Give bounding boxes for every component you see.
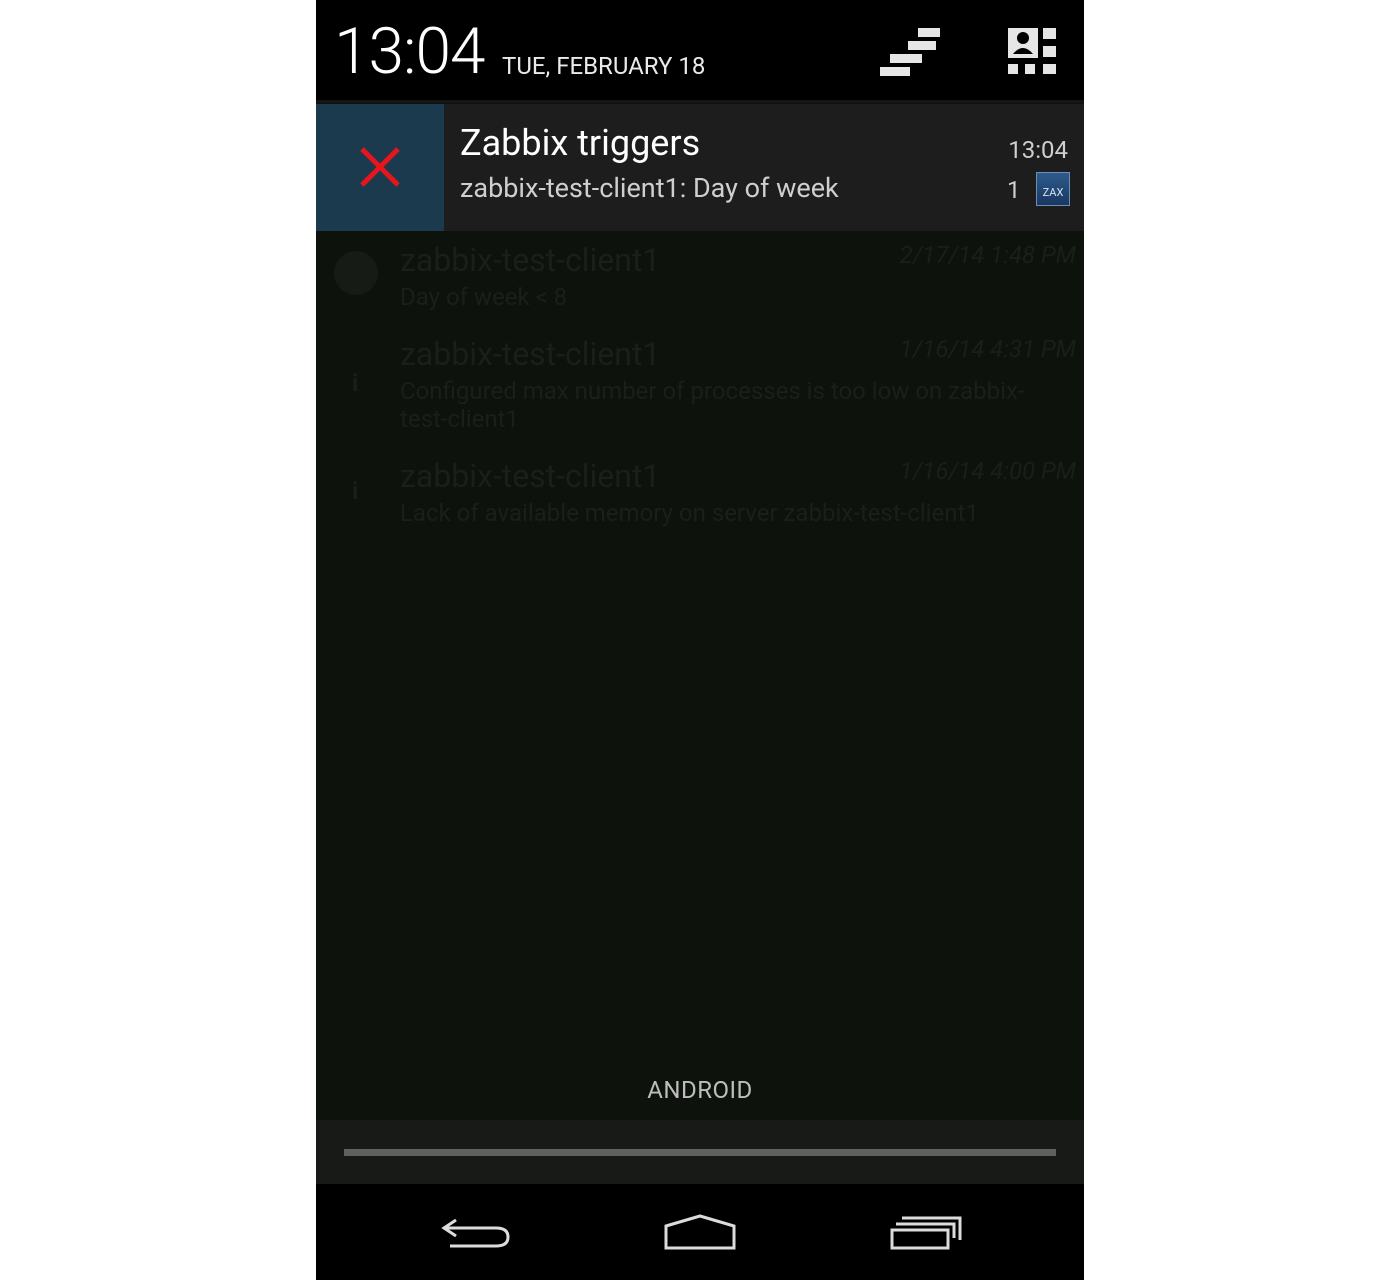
date: TUE, FEBRUARY 18: [502, 52, 706, 80]
notification-shade-header: 13:04 TUE, FEBRUARY 18: [316, 0, 1084, 103]
clock: 13:04: [334, 14, 485, 89]
home-button[interactable]: [660, 1208, 740, 1256]
notification-count: 1: [1007, 176, 1021, 204]
home-icon: [664, 1214, 736, 1250]
recent-apps-icon: [890, 1216, 962, 1250]
event-description: Lack of available memory on server zabbi…: [400, 499, 979, 527]
event-date: 1/16/14 4:31 PM: [899, 335, 1076, 363]
event-date: 2/17/14 1:48 PM: [899, 241, 1076, 269]
settings-toggle-button[interactable]: [878, 28, 940, 76]
navigation-bar: [316, 1184, 1084, 1280]
event-host: zabbix-test-client1: [400, 335, 661, 373]
zabbix-app-icon: ZAX: [1036, 172, 1070, 206]
event-date: 1/16/14 4:00 PM: [899, 457, 1076, 485]
quick-settings-icon: [1008, 28, 1056, 74]
phone-screen: zabbix-test-client1 2/17/14 1:48 PM Day …: [316, 0, 1084, 1280]
notification-time: 13:04: [1008, 136, 1068, 164]
shade-drag-area[interactable]: [316, 1120, 1084, 1184]
back-icon: [441, 1218, 510, 1248]
close-x-icon: [360, 147, 400, 187]
carrier-label: ANDROID: [647, 1076, 753, 1104]
info-icon: i: [352, 369, 359, 397]
quick-settings-button[interactable]: [1006, 28, 1066, 76]
zabbix-notification[interactable]: Zabbix triggers 13:04 zabbix-test-client…: [316, 104, 1084, 231]
drag-handle[interactable]: [344, 1149, 1056, 1156]
event-host: zabbix-test-client1: [400, 241, 661, 279]
info-icon: i: [352, 477, 359, 505]
notification-large-icon: [316, 104, 444, 231]
recent-apps-button[interactable]: [886, 1208, 966, 1256]
notification-text: zabbix-test-client1: Day of week < 8: PR…: [460, 172, 844, 204]
back-button[interactable]: [436, 1208, 516, 1256]
event-description: Configured max number of processes is to…: [400, 377, 1025, 433]
notification-title: Zabbix triggers: [460, 122, 701, 164]
event-description: Day of week < 8: [400, 283, 568, 311]
event-host: zabbix-test-client1: [400, 457, 661, 495]
severity-circle-icon: [334, 251, 378, 295]
